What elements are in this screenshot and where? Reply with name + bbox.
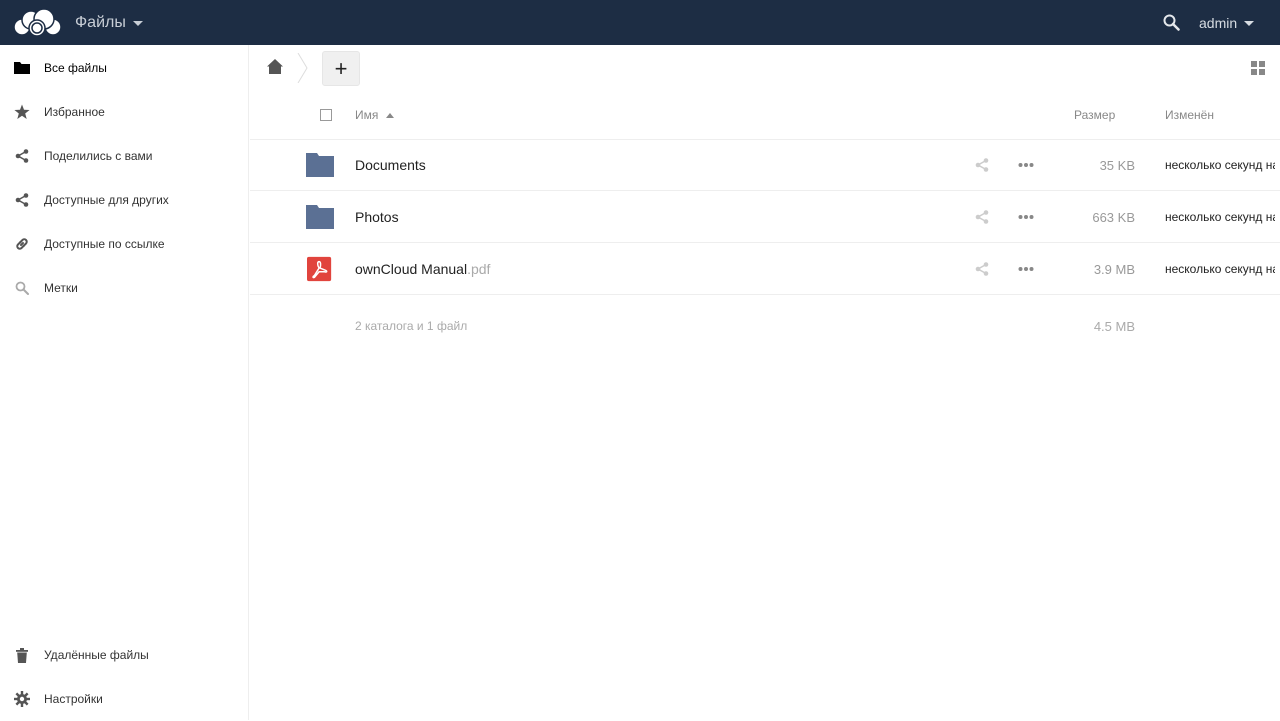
link-icon: [14, 236, 30, 252]
folder-icon: [306, 205, 334, 229]
app-menu-button[interactable]: Файлы: [75, 0, 143, 45]
sidebar-item-favorites[interactable]: Избранное: [0, 90, 248, 134]
breadcrumb-separator: [297, 53, 308, 83]
sidebar-item-label: Все файлы: [44, 61, 107, 75]
file-modified: несколько секунд назад: [1165, 262, 1275, 276]
star-icon: [14, 104, 30, 120]
file-size: 3.9 MB: [1093, 262, 1135, 277]
chevron-down-icon: [1244, 21, 1255, 26]
table-row[interactable]: ownCloud Manual.pdf 3.9 MB несколько сек…: [250, 244, 1280, 295]
column-header-modified[interactable]: Изменён: [1165, 108, 1214, 122]
table-row[interactable]: Photos 663 KB несколько секунд назад: [250, 192, 1280, 243]
file-modified: несколько секунд назад: [1165, 210, 1275, 224]
grid-view-icon[interactable]: [1251, 61, 1265, 75]
file-size: 663 KB: [1092, 210, 1135, 225]
sidebar-item-shared-by-link[interactable]: Доступные по ссылке: [0, 222, 248, 266]
more-options-icon[interactable]: [1018, 162, 1034, 168]
file-basename: ownCloud Manual: [355, 261, 468, 277]
table-row[interactable]: Documents 35 KB несколько секунд назад: [250, 140, 1280, 191]
pdf-icon: [307, 256, 332, 282]
user-menu-button[interactable]: admin: [1199, 0, 1255, 45]
sidebar-item-shared-with-you[interactable]: Поделились с вами: [0, 134, 248, 178]
file-modified: несколько секунд назад: [1165, 158, 1275, 172]
controls-bar: +: [250, 45, 1280, 90]
sidebar-item-shared-with-others[interactable]: Доступные для других: [0, 178, 248, 222]
file-basename: Documents: [355, 157, 426, 173]
file-extension: .pdf: [467, 261, 491, 277]
sidebar-item-label: Избранное: [44, 105, 105, 119]
chevron-down-icon: [132, 21, 143, 26]
search-icon: [14, 280, 30, 296]
sidebar-item-label: Настройки: [44, 692, 103, 706]
share-icon[interactable]: [975, 262, 989, 276]
gear-icon: [14, 691, 30, 707]
column-header-size[interactable]: Размер: [1074, 108, 1115, 122]
sort-ascending-icon: [386, 112, 395, 118]
share-icon: [14, 148, 30, 164]
sidebar-item-tags[interactable]: Метки: [0, 266, 248, 310]
table-summary: 2 каталога и 1 файл 4.5 MB: [250, 310, 1280, 340]
sidebar-item-all-files[interactable]: Все файлы: [0, 46, 248, 90]
column-header-label: Имя: [355, 108, 379, 122]
sidebar-item-label: Поделились с вами: [44, 149, 153, 163]
folder-icon: [14, 60, 30, 76]
share-icon[interactable]: [975, 210, 989, 224]
sidebar: Все файлы Избранное Поделились с вами До…: [0, 45, 249, 720]
file-size: 35 KB: [1099, 158, 1135, 173]
more-options-icon[interactable]: [1018, 266, 1034, 272]
summary-size: 4.5 MB: [1093, 319, 1135, 334]
share-icon: [14, 192, 30, 208]
file-name[interactable]: ownCloud Manual.pdf: [355, 261, 490, 277]
folder-icon: [306, 153, 334, 177]
home-icon[interactable]: [266, 58, 284, 76]
sidebar-item-label: Удалённые файлы: [44, 648, 149, 662]
trash-icon: [14, 647, 30, 663]
user-name: admin: [1199, 14, 1238, 31]
plus-icon: +: [334, 55, 348, 81]
share-icon[interactable]: [975, 158, 989, 172]
owncloud-logo-icon[interactable]: [11, 7, 63, 37]
column-header-name[interactable]: Имя: [355, 108, 395, 122]
sidebar-item-settings[interactable]: Настройки: [0, 677, 248, 721]
file-basename: Photos: [355, 209, 399, 225]
sidebar-item-deleted-files[interactable]: Удалённые файлы: [0, 633, 248, 677]
sidebar-item-label: Метки: [44, 281, 78, 295]
summary-text: 2 каталога и 1 файл: [355, 319, 468, 333]
file-name[interactable]: Photos: [355, 209, 399, 225]
select-all-checkbox[interactable]: [320, 109, 332, 121]
new-file-button[interactable]: +: [322, 51, 360, 86]
table-header: Имя Размер Изменён: [250, 90, 1280, 140]
file-name[interactable]: Documents: [355, 157, 426, 173]
more-options-icon[interactable]: [1018, 214, 1034, 220]
sidebar-item-label: Доступные по ссылке: [44, 237, 165, 251]
sidebar-item-label: Доступные для других: [44, 193, 169, 207]
top-header: Файлы admin: [0, 0, 1280, 45]
search-icon[interactable]: [1163, 14, 1180, 31]
app-name: Файлы: [75, 13, 126, 31]
